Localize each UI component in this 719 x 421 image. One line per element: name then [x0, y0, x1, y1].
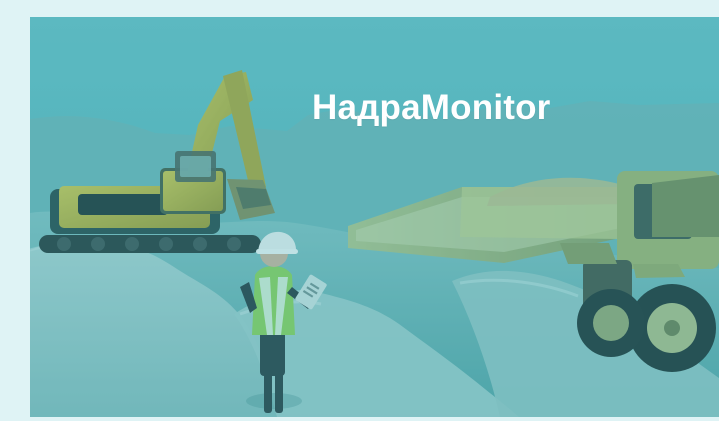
hero-banner: НадраMonitor	[30, 17, 719, 417]
brand-title: НадраMonitor	[312, 88, 551, 127]
mining-site-illustration	[30, 17, 719, 417]
